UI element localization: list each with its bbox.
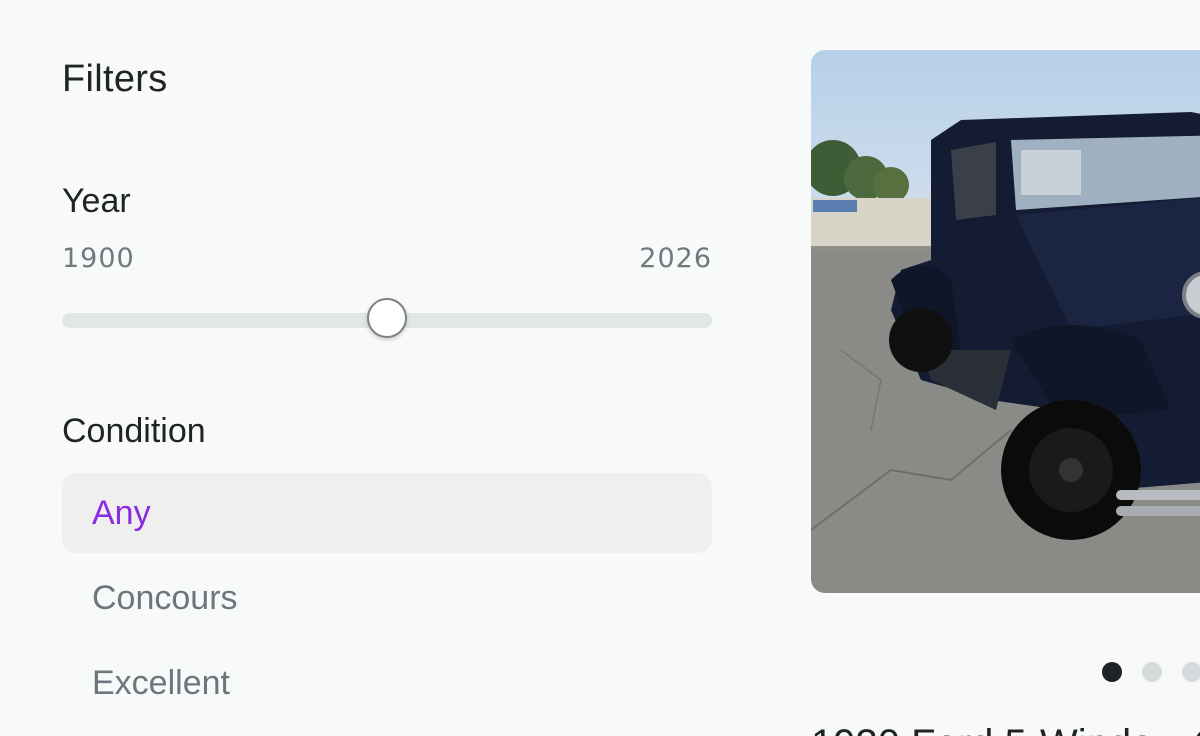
page: Filters Year 1900 2026 Condition Any Con… xyxy=(0,0,1200,736)
gallery-dot-3[interactable] xyxy=(1182,662,1200,682)
listing-photo[interactable] xyxy=(811,50,1200,593)
gallery-dot-1[interactable] xyxy=(1102,662,1122,682)
condition-option-concours[interactable]: Concours xyxy=(62,558,712,638)
year-max-label: 2026 xyxy=(639,243,712,274)
condition-option-any[interactable]: Any xyxy=(62,473,712,553)
vintage-car-image xyxy=(811,50,1200,593)
listing-title[interactable]: 1930 Ford 5-Window Coupe xyxy=(811,722,1200,736)
year-label: Year xyxy=(62,182,131,220)
condition-label: Condition xyxy=(62,412,206,450)
condition-option-excellent[interactable]: Excellent xyxy=(62,643,712,723)
gallery-dot-2[interactable] xyxy=(1142,662,1162,682)
year-min-label: 1900 xyxy=(62,243,135,274)
year-slider-thumb[interactable] xyxy=(367,298,407,338)
filters-title: Filters xyxy=(62,58,168,100)
